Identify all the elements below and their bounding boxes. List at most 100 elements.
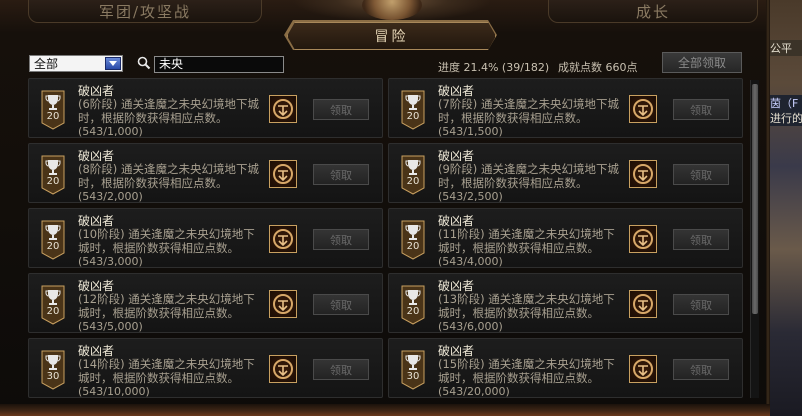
achievement-progress: (543/1,500) [438, 125, 503, 138]
shield-emblem-icon [273, 294, 293, 314]
shield-emblem-icon [633, 294, 653, 314]
tab-growth[interactable]: 成长 [548, 0, 758, 23]
achievement-description: (12阶段) 通关逢魔之未央幻境地下城时，根据阶数获得相应点数。 [78, 292, 255, 320]
trophy-icon [401, 350, 425, 390]
background-text: 公平 [770, 40, 802, 56]
reward-item-icon[interactable] [269, 290, 297, 318]
achievement-points-value: 20 [46, 111, 60, 122]
achievement-points-value: 20 [406, 306, 420, 317]
achievement-description: (7阶段) 通关逢魔之未央幻境地下城时，根据阶数获得相应点数。 [438, 97, 619, 125]
achievement-card: 20 破凶者 (13阶段) 通关逢魔之未央幻境地下城时，根据阶数获得相应点数。 … [388, 273, 743, 333]
search-input[interactable]: 未央 [154, 56, 284, 73]
trophy-icon [401, 90, 425, 130]
achievement-points-value: 20 [46, 241, 60, 252]
bottom-border [0, 404, 770, 416]
tab-adventure[interactable]: 冒险 [287, 22, 496, 50]
reward-item-icon[interactable] [269, 95, 297, 123]
achievement-points-value: 20 [406, 176, 420, 187]
shield-emblem-icon [273, 99, 293, 119]
trophy-badge: 20 [41, 285, 65, 325]
shield-emblem-icon [273, 359, 293, 379]
claim-button[interactable]: 领取 [313, 359, 369, 380]
achievement-card: 20 破凶者 (8阶段) 通关逢魔之未央幻境地下城时，根据阶数获得相应点数。 (… [28, 143, 383, 203]
trophy-badge: 20 [401, 155, 425, 195]
trophy-icon [41, 285, 65, 325]
achievement-description: (13阶段) 通关逢魔之未央幻境地下城时，根据阶数获得相应点数。 [438, 292, 615, 320]
trophy-badge: 20 [401, 285, 425, 325]
claim-button[interactable]: 领取 [673, 99, 729, 120]
achievement-card: 20 破凶者 (9阶段) 通关逢魔之未央幻境地下城时，根据阶数获得相应点数。 (… [388, 143, 743, 203]
shield-emblem-icon [633, 164, 653, 184]
claim-button[interactable]: 领取 [673, 294, 729, 315]
achievement-progress: (543/3,000) [78, 255, 143, 268]
achievement-card: 30 破凶者 (14阶段) 通关逢魔之未央幻境地下城时，根据阶数获得相应点数。 … [28, 338, 383, 398]
achievement-progress: (543/1,000) [78, 125, 143, 138]
claim-button[interactable]: 领取 [673, 229, 729, 250]
trophy-badge: 20 [41, 90, 65, 130]
reward-item-icon[interactable] [629, 160, 657, 188]
trophy-badge: 20 [401, 90, 425, 130]
achievement-card: 20 破凶者 (7阶段) 通关逢魔之未央幻境地下城时，根据阶数获得相应点数。 (… [388, 78, 743, 138]
achievement-description: (9阶段) 通关逢魔之未央幻境地下城时，根据阶数获得相应点数。 [438, 162, 619, 190]
category-select[interactable]: 全部 [29, 55, 123, 72]
achievement-description: (14阶段) 通关逢魔之未央幻境地下城时，根据阶数获得相应点数。 [78, 357, 255, 385]
reward-item-icon[interactable] [269, 225, 297, 253]
claim-button[interactable]: 领取 [313, 229, 369, 250]
trophy-icon [41, 350, 65, 390]
achievement-points-value: 20 [46, 306, 60, 317]
achievement-progress: (543/2,000) [78, 190, 143, 203]
achievement-points-value: 20 [406, 241, 420, 252]
achievement-points-value: 20 [46, 176, 60, 187]
shield-emblem-icon [633, 229, 653, 249]
reward-item-icon[interactable] [629, 95, 657, 123]
achievement-card: 20 破凶者 (12阶段) 通关逢魔之未央幻境地下城时，根据阶数获得相应点数。 … [28, 273, 383, 333]
shield-emblem-icon [273, 164, 293, 184]
claim-button[interactable]: 领取 [313, 99, 369, 120]
trophy-icon [41, 90, 65, 130]
background-text: 进行的 [770, 110, 802, 126]
achievement-points: 成就点数 660点 [558, 61, 638, 74]
trophy-icon [41, 220, 65, 260]
window-frame-edge [766, 0, 770, 416]
claim-button[interactable]: 领取 [673, 164, 729, 185]
achievement-progress: (543/20,000) [438, 385, 510, 398]
tab-legion[interactable]: 军团/攻坚战 [28, 0, 262, 23]
trophy-icon [41, 155, 65, 195]
reward-item-icon[interactable] [269, 355, 297, 383]
achievement-description: (10阶段) 通关逢魔之未央幻境地下城时，根据阶数获得相应点数。 [78, 227, 255, 255]
achievement-points-value: 20 [406, 111, 420, 122]
trophy-icon [401, 220, 425, 260]
claim-button[interactable]: 领取 [673, 359, 729, 380]
achievement-card: 30 破凶者 (15阶段) 通关逢魔之未央幻境地下城时，根据阶数获得相应点数。 … [388, 338, 743, 398]
achievement-progress: (543/5,000) [78, 320, 143, 333]
trophy-badge: 30 [401, 350, 425, 390]
chevron-down-icon[interactable] [105, 57, 121, 70]
shield-emblem-icon [273, 229, 293, 249]
background-game-scene: 公平 茵（F 进行的 [770, 0, 802, 416]
achievement-description: (15阶段) 通关逢魔之未央幻境地下城时，根据阶数获得相应点数。 [438, 357, 615, 385]
trophy-badge: 20 [41, 220, 65, 260]
background-text: 茵（F [770, 95, 802, 111]
trophy-badge: 30 [41, 350, 65, 390]
trophy-icon [401, 155, 425, 195]
achievement-progress: (543/4,000) [438, 255, 503, 268]
achievement-points-value: 30 [406, 371, 420, 382]
progress-text: 进度 21.4% (39/182) [438, 61, 550, 74]
category-select-value: 全部 [34, 57, 59, 71]
achievement-description: (11阶段) 通关逢魔之未央幻境地下城时，根据阶数获得相应点数。 [438, 227, 615, 255]
reward-item-icon[interactable] [629, 225, 657, 253]
emblem-decoration [292, 0, 492, 22]
achievement-progress: (543/2,500) [438, 190, 503, 203]
claim-button[interactable]: 领取 [313, 164, 369, 185]
claim-all-button[interactable]: 全部领取 [662, 52, 742, 73]
achievement-points-value: 30 [46, 371, 60, 382]
achievement-progress: (543/6,000) [438, 320, 503, 333]
reward-item-icon[interactable] [269, 160, 297, 188]
reward-item-icon[interactable] [629, 290, 657, 318]
scrollbar-thumb[interactable] [752, 84, 758, 314]
reward-item-icon[interactable] [629, 355, 657, 383]
scrollbar[interactable] [750, 80, 759, 398]
search-icon [137, 56, 151, 70]
claim-button[interactable]: 领取 [313, 294, 369, 315]
achievement-list: 20 破凶者 (6阶段) 通关逢魔之未央幻境地下城时，根据阶数获得相应点数。 (… [28, 78, 758, 408]
